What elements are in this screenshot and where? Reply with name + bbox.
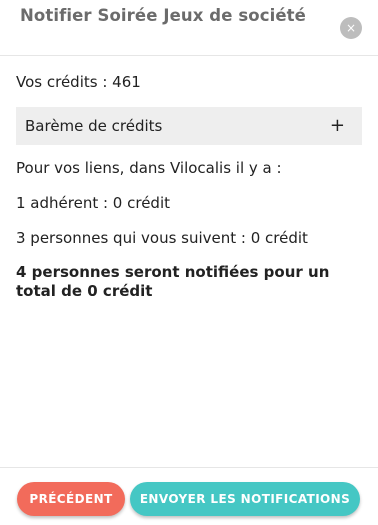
modal-header: Notifier Soirée Jeux de société × [0,0,378,56]
accordion-label: Barème de crédits [25,117,163,135]
followers-count: 3 personnes qui vous suivent : 0 crédit [16,229,308,247]
credits-scale-accordion[interactable]: Barème de crédits + [16,107,362,145]
close-icon: × [345,21,357,35]
previous-button[interactable]: PRÉCÉDENT [17,482,125,516]
send-notifications-button[interactable]: ENVOYER LES NOTIFICATIONS [130,482,360,516]
credits-balance: Vos crédits : 461 [16,73,141,91]
modal-title: Notifier Soirée Jeux de société [20,6,306,25]
members-count: 1 adhérent : 0 crédit [16,194,170,212]
close-button[interactable]: × [340,17,362,39]
notify-modal: Notifier Soirée Jeux de société × Vos cr… [0,0,378,525]
notification-summary: 4 personnes seront notifiées pour un tot… [16,263,330,300]
links-intro: Pour vos liens, dans Vilocalis il y a : [16,159,282,177]
plus-icon: + [329,115,345,136]
modal-footer: PRÉCÉDENT ENVOYER LES NOTIFICATIONS [0,467,378,525]
